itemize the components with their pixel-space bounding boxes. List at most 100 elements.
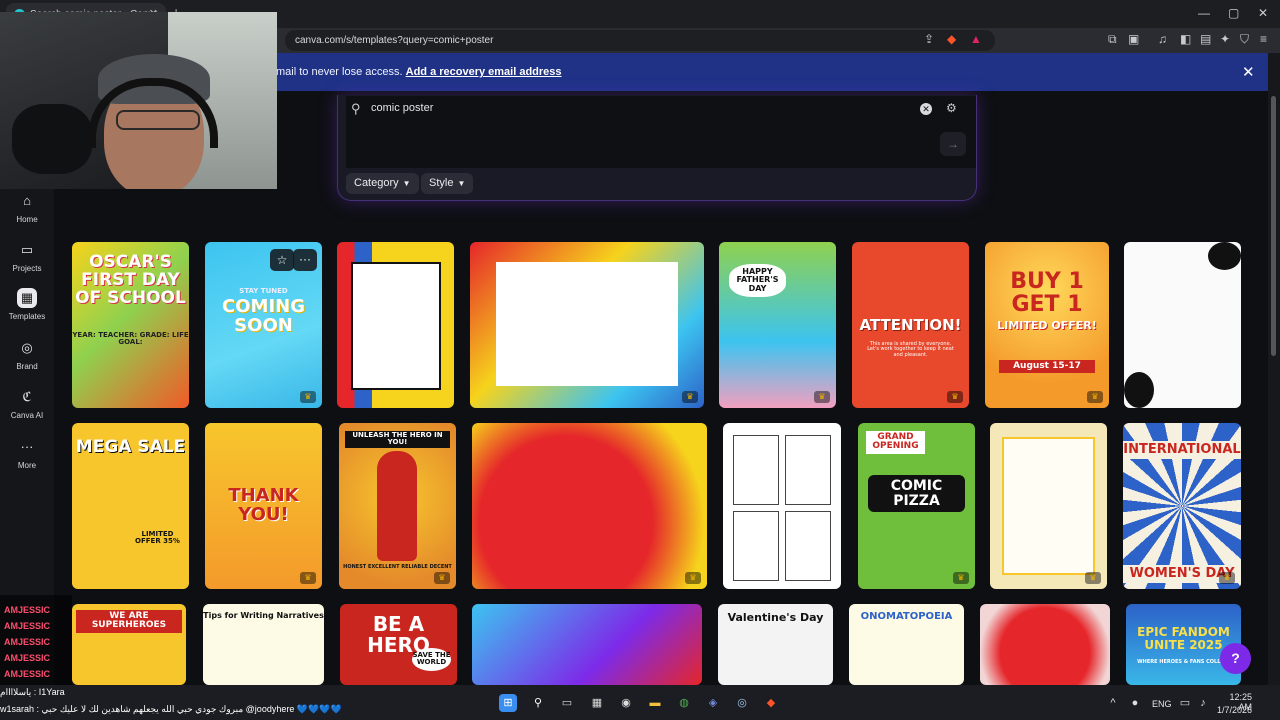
- store-icon[interactable]: ▦: [588, 694, 606, 712]
- obs-icon[interactable]: ◉: [617, 694, 635, 712]
- brave-icon[interactable]: ◆: [762, 694, 780, 712]
- clock-date[interactable]: 1/7/2026: [1212, 705, 1252, 715]
- nav-projects[interactable]: ▭ Projects: [0, 240, 54, 273]
- template-card[interactable]: BUY 1 GET 1 LIMITED OFFER! August 15-17 …: [985, 242, 1109, 408]
- template-card[interactable]: HAPPY FATHER'S DAY ♛: [719, 242, 836, 408]
- template-card[interactable]: ATTENTION! This area is shared by everyo…: [852, 242, 969, 408]
- template-card[interactable]: [472, 604, 702, 685]
- volume-icon[interactable]: ♪: [1194, 694, 1212, 712]
- template-title: HAPPY FATHER'S DAY: [729, 264, 786, 298]
- url-field[interactable]: canva.com/s/templates?query=comic+poster: [285, 30, 995, 51]
- ink-splash: [1124, 372, 1154, 408]
- comic-panel: [733, 511, 779, 581]
- template-card[interactable]: THANK YOU! ♛: [205, 423, 322, 589]
- extensions-icon[interactable]: ⧉: [1108, 32, 1117, 47]
- brave-rewards-icon[interactable]: ▲: [970, 32, 982, 46]
- comic-panel: [733, 435, 779, 505]
- premium-crown-icon: ♛: [434, 572, 450, 584]
- category-filter-label: Category: [354, 177, 399, 189]
- minimize-button[interactable]: —: [1198, 6, 1210, 20]
- template-card[interactable]: ♛: [472, 423, 707, 589]
- chat-line: ياسلاااام : I1Yara: [0, 687, 65, 697]
- clear-search-icon[interactable]: ✕: [920, 103, 932, 115]
- category-filter[interactable]: Category ▼: [346, 173, 419, 194]
- chat-line: AMJESSIC: [4, 637, 51, 647]
- chevron-up-icon[interactable]: ^: [1104, 694, 1122, 712]
- chat-line: AMJESSIC: [4, 653, 51, 663]
- nav-brand-label: Brand: [16, 362, 38, 371]
- template-card[interactable]: EPIC FANDOM UNITE 2025 WHERE HEROES & FA…: [1126, 604, 1241, 685]
- chrome-icon[interactable]: ◍: [675, 694, 693, 712]
- help-button[interactable]: ?: [1220, 643, 1251, 674]
- template-card[interactable]: [337, 242, 454, 408]
- banner-close-icon[interactable]: ✕: [1242, 63, 1255, 81]
- template-title: ATTENTION!: [859, 316, 962, 334]
- chat-line: AMJESSIC: [4, 621, 51, 631]
- nav-more[interactable]: ··· More: [0, 437, 54, 470]
- template-subtitle: COMIC PIZZA: [868, 475, 965, 513]
- menu-icon[interactable]: ≡: [1260, 32, 1267, 46]
- search-icon[interactable]: ⚲: [529, 694, 547, 712]
- share-icon[interactable]: ⇪: [924, 32, 934, 46]
- favorite-star-icon[interactable]: ☆: [270, 249, 294, 271]
- template-card[interactable]: [980, 604, 1110, 685]
- vpn-icon[interactable]: ⛉: [1240, 32, 1249, 47]
- search-submit-button[interactable]: →: [940, 132, 966, 156]
- premium-crown-icon: ♛: [682, 391, 698, 403]
- input-language[interactable]: ENG: [1152, 699, 1172, 709]
- media-icon[interactable]: ♫: [1158, 32, 1167, 46]
- more-options-icon[interactable]: ···: [293, 249, 317, 271]
- template-card[interactable]: OSCAR'S FIRST DAY OF SCHOOL YEAR: TEACHE…: [72, 242, 189, 408]
- template-card[interactable]: Valentine's Day: [718, 604, 833, 685]
- filter-settings-icon[interactable]: ⚙: [946, 101, 957, 115]
- template-card[interactable]: BE A HERO SAVE THE WORLD: [340, 604, 457, 685]
- steam-icon[interactable]: ◎: [733, 694, 751, 712]
- template-card[interactable]: ♛: [470, 242, 704, 408]
- brave-shield-icon[interactable]: ◆: [947, 32, 956, 46]
- close-window-button[interactable]: ✕: [1258, 6, 1268, 20]
- discord-icon[interactable]: ◈: [704, 694, 722, 712]
- task-view-icon[interactable]: ▭: [558, 694, 576, 712]
- template-card[interactable]: WE ARE SUPERHEROES: [72, 604, 186, 685]
- premium-crown-icon: ♛: [300, 391, 316, 403]
- template-title: WE ARE SUPERHEROES: [76, 610, 182, 633]
- premium-crown-icon: ♛: [1219, 572, 1235, 584]
- template-title: MEGA SALE: [75, 437, 186, 457]
- template-card[interactable]: MEGA SALE LIMITED OFFER 35%: [72, 423, 189, 589]
- template-card[interactable]: [1124, 242, 1241, 408]
- search-input[interactable]: [371, 102, 871, 114]
- microphone-icon[interactable]: ●: [1126, 694, 1144, 712]
- screenshot-icon[interactable]: ▣: [1128, 32, 1139, 46]
- nav-brand[interactable]: ◎ Brand: [0, 338, 54, 371]
- template-card[interactable]: INTERNATIONAL WOMEN'S DAY ♛: [1123, 423, 1241, 589]
- template-card[interactable]: ♛: [990, 423, 1107, 589]
- nav-canva-ai[interactable]: ℭ Canva AI: [0, 387, 54, 420]
- windows-start-icon[interactable]: ⊞: [499, 694, 517, 712]
- style-filter[interactable]: Style ▼: [421, 173, 474, 194]
- leo-ai-icon[interactable]: ✦: [1220, 32, 1230, 46]
- template-card[interactable]: ONOMATOPOEIA: [849, 604, 964, 685]
- nav-home[interactable]: ⌂ Home: [0, 191, 54, 224]
- canva-ai-icon: ℭ: [22, 389, 32, 404]
- template-subtitle: STAY TUNED: [239, 287, 288, 295]
- template-subtitle: HONEST EXCELLENT RELIABLE DECENT: [343, 564, 452, 570]
- template-card[interactable]: [723, 423, 841, 589]
- scrollbar-thumb[interactable]: [1271, 96, 1276, 356]
- home-icon: ⌂: [23, 193, 31, 208]
- add-recovery-email-link[interactable]: Add a recovery email address: [406, 66, 562, 78]
- sidebar-toggle-icon[interactable]: ◧: [1180, 32, 1191, 46]
- comic-panel: [785, 511, 831, 581]
- template-card[interactable]: Tips for Writing Narratives: [203, 604, 324, 685]
- network-icon[interactable]: ▭: [1176, 694, 1194, 712]
- template-card[interactable]: GRAND OPENING COMIC PIZZA ♛: [858, 423, 975, 589]
- wallet-icon[interactable]: ▤: [1200, 32, 1211, 46]
- premium-crown-icon: ♛: [947, 391, 963, 403]
- maximize-button[interactable]: ▢: [1228, 6, 1239, 20]
- stream-chat-overlay: AMJESSIC AMJESSIC AMJESSIC AMJESSIC AMJE…: [0, 595, 72, 685]
- microphone: [12, 104, 92, 174]
- template-subtitle: SAVE THE WORLD: [412, 648, 451, 671]
- file-explorer-icon[interactable]: ▬: [646, 694, 664, 712]
- template-card[interactable]: UNLEASH THE HERO IN YOU! HONEST EXCELLEN…: [339, 423, 456, 589]
- nav-templates[interactable]: ▦ Templates: [0, 288, 54, 321]
- more-icon: ···: [20, 439, 34, 454]
